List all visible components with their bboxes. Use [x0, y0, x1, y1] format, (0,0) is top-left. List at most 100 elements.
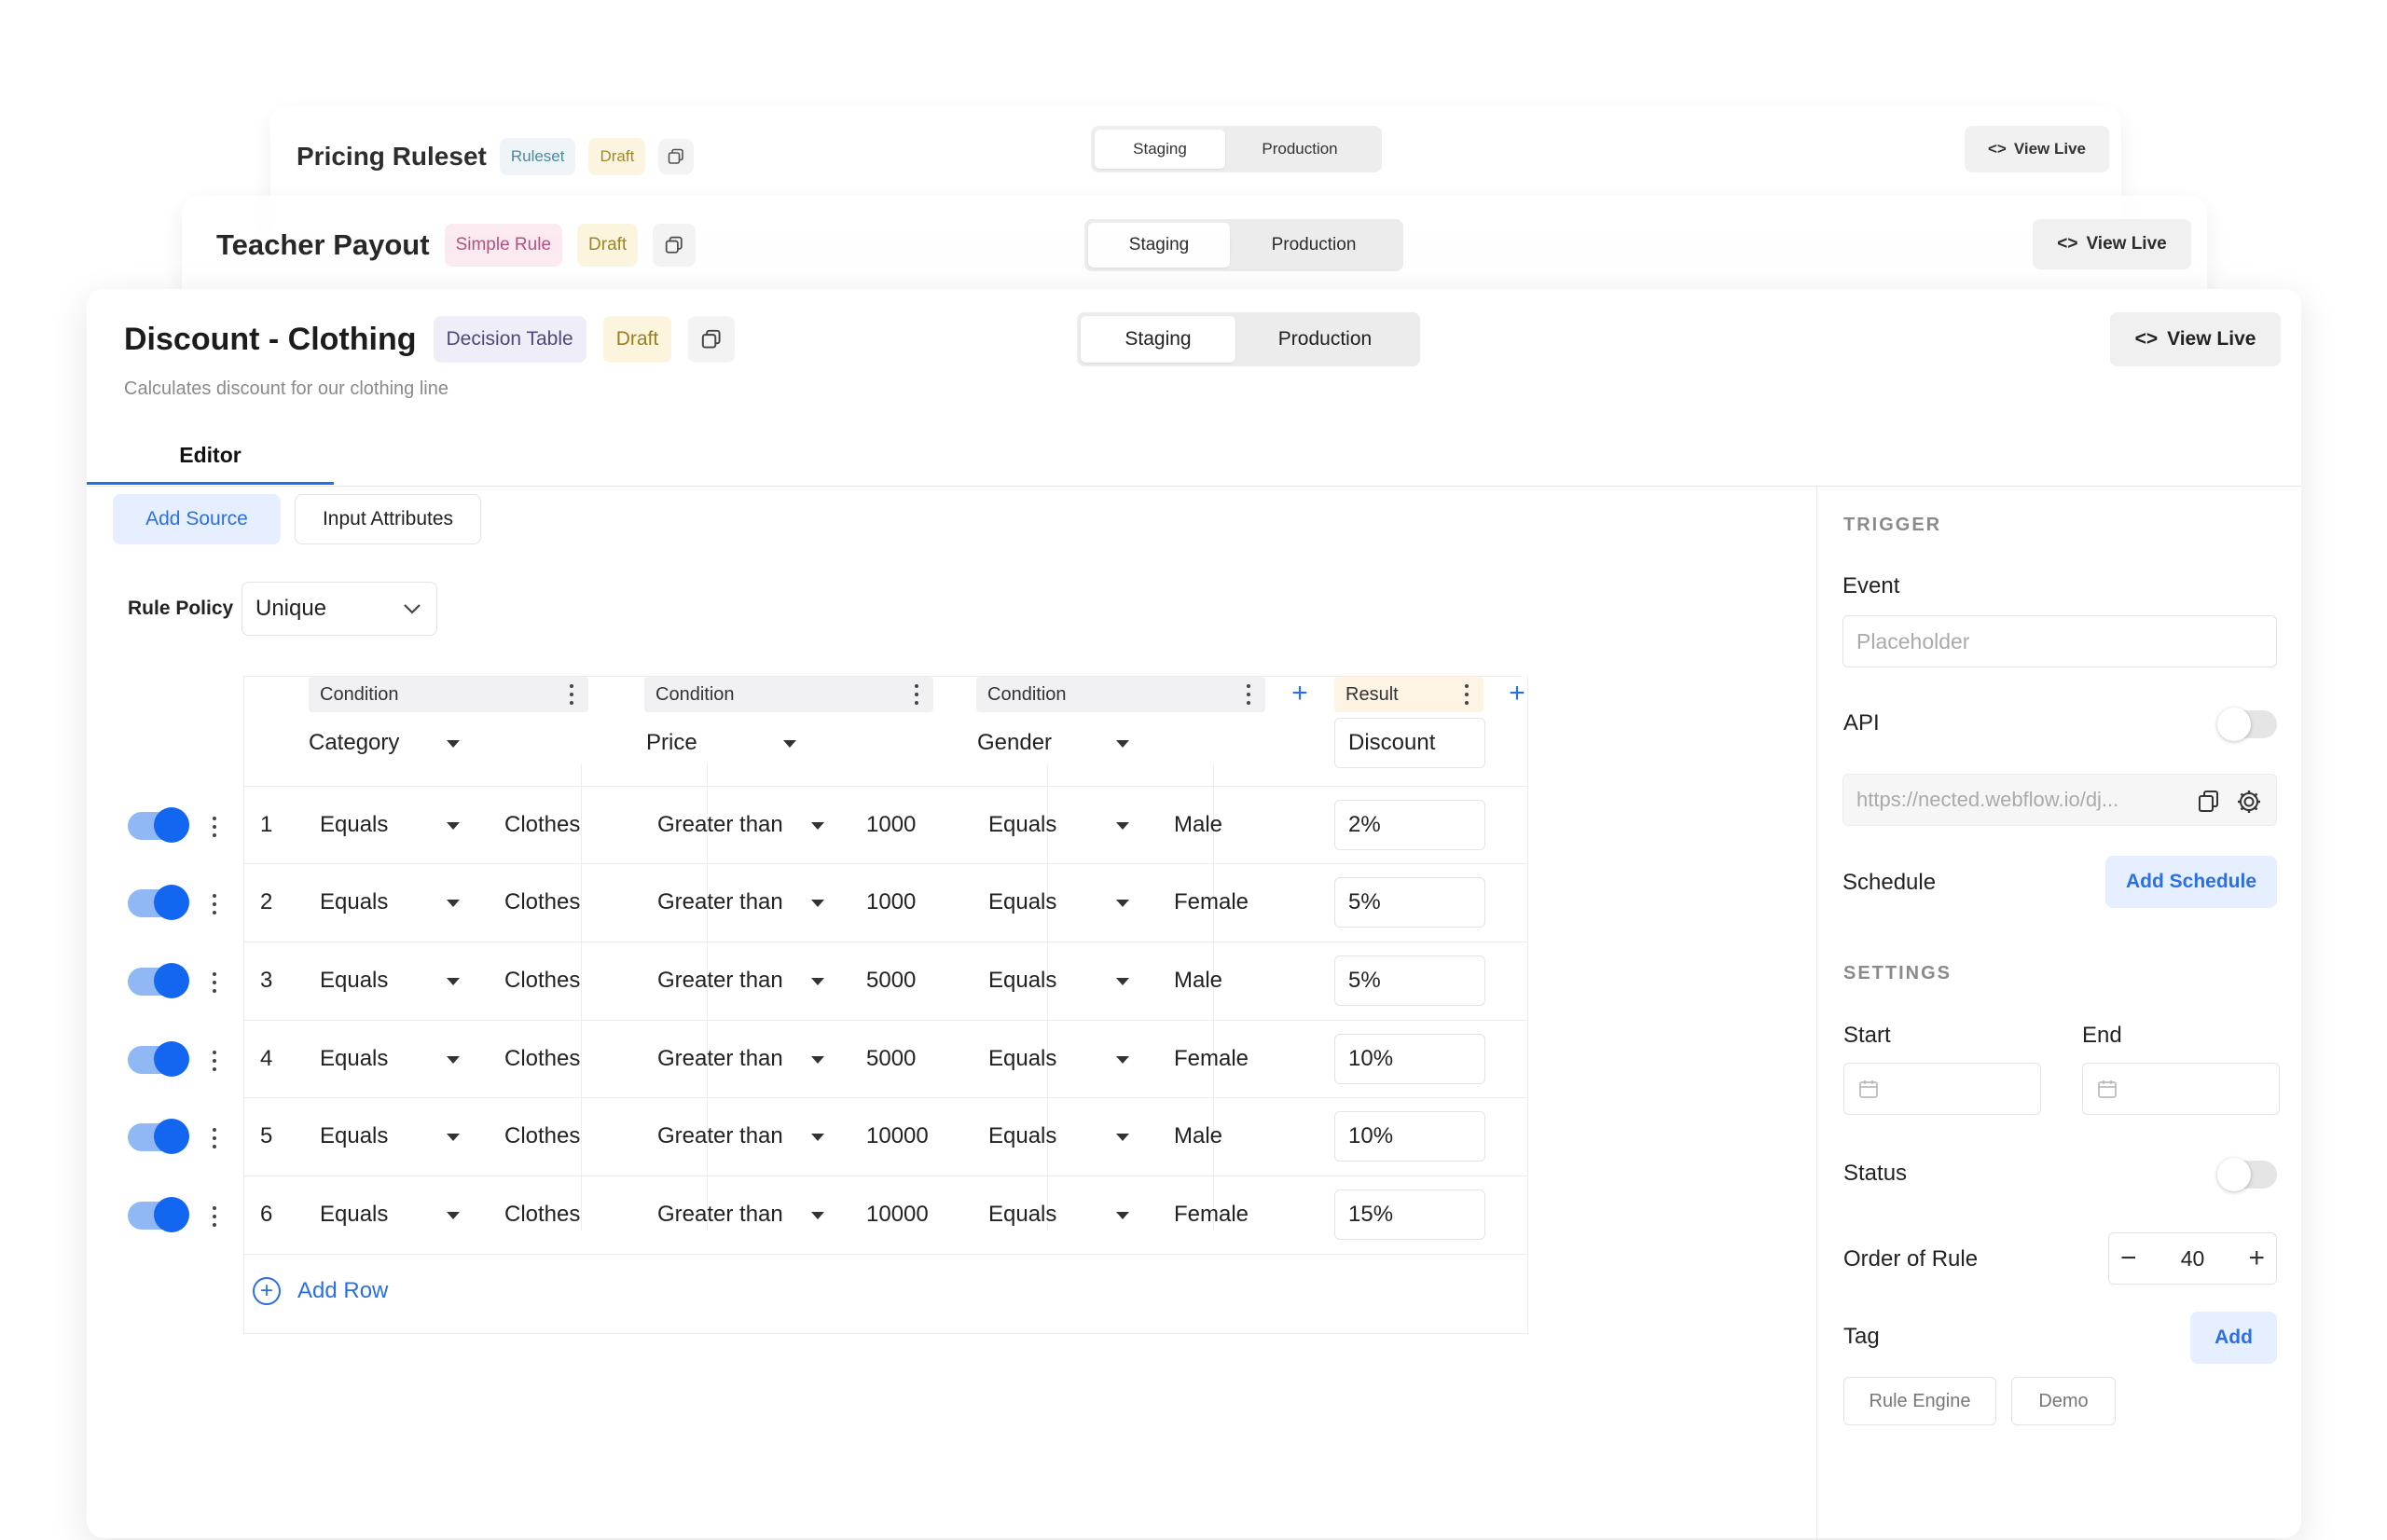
add-source-button[interactable]: Add Source — [113, 494, 281, 544]
result-value-input[interactable]: 2% — [1334, 800, 1485, 850]
condition-value[interactable]: Female — [1174, 884, 1249, 921]
condition-operator-select[interactable]: Equals — [988, 962, 1056, 999]
view-live-button[interactable]: <> View Live — [1965, 126, 2109, 172]
condition-value[interactable]: 5000 — [866, 1040, 916, 1078]
condition-operator-select[interactable]: Equals — [988, 1118, 1056, 1155]
result-value-input[interactable]: 10% — [1334, 1111, 1485, 1162]
add-result-icon[interactable]: + — [1504, 680, 1530, 708]
condition-operator-select[interactable]: Greater than — [657, 1040, 783, 1078]
condition-value[interactable]: Clothes — [504, 962, 580, 999]
condition-value[interactable]: 1000 — [866, 884, 916, 921]
add-condition-icon[interactable]: + — [1287, 680, 1313, 708]
copy-icon[interactable] — [688, 316, 736, 363]
column-menu-icon[interactable] — [1465, 684, 1469, 705]
row-enabled-toggle[interactable] — [128, 1197, 189, 1232]
condition-value[interactable]: Clothes — [504, 1040, 580, 1078]
end-date-input[interactable] — [2082, 1063, 2280, 1115]
condition-operator-select[interactable]: Equals — [988, 884, 1056, 921]
row-enabled-toggle[interactable] — [128, 1119, 189, 1154]
condition-value[interactable]: Male — [1174, 1118, 1222, 1155]
tab-production[interactable]: Production — [1230, 223, 1398, 268]
row-menu-icon[interactable] — [213, 894, 216, 914]
condition-operator-select[interactable]: Equals — [988, 806, 1056, 844]
increment-button[interactable]: + — [2248, 1243, 2265, 1274]
row-enabled-toggle[interactable] — [128, 963, 189, 998]
condition-value[interactable]: Male — [1174, 962, 1222, 999]
tag-chip[interactable]: Demo — [2011, 1377, 2116, 1425]
order-stepper[interactable]: − 40 + — [2108, 1232, 2277, 1285]
api-url-field[interactable]: https://nected.webflow.io/dj... — [1842, 774, 2277, 826]
condition-operator-select[interactable]: Equals — [988, 1196, 1056, 1233]
condition-value[interactable]: Male — [1174, 806, 1222, 844]
tab-production[interactable]: Production — [1225, 130, 1374, 169]
tab-production[interactable]: Production — [1235, 316, 1414, 363]
tab-editor[interactable]: Editor — [87, 429, 334, 485]
condition-operator-select[interactable]: Equals — [320, 1118, 388, 1155]
start-date-input[interactable] — [1843, 1063, 2041, 1115]
condition-value[interactable]: Female — [1174, 1040, 1249, 1078]
row-menu-icon[interactable] — [213, 817, 216, 837]
tag-chip[interactable]: Rule Engine — [1843, 1377, 1996, 1425]
column-field-select[interactable]: Price — [646, 723, 697, 763]
condition-operator-select[interactable]: Equals — [320, 962, 388, 999]
row-menu-icon[interactable] — [213, 1128, 216, 1148]
column-header-condition[interactable]: Condition — [309, 677, 588, 712]
condition-operator-select[interactable]: Greater than — [657, 962, 783, 999]
copy-icon[interactable] — [2198, 790, 2220, 814]
gear-icon[interactable] — [2235, 788, 2263, 816]
condition-operator-select[interactable]: Equals — [320, 806, 388, 844]
condition-operator-select[interactable]: Greater than — [657, 1196, 783, 1233]
result-value-input[interactable]: 5% — [1334, 877, 1485, 928]
column-header-condition[interactable]: Condition — [976, 677, 1265, 712]
rule-policy-select[interactable]: Unique — [241, 582, 437, 636]
view-live-button[interactable]: <> View Live — [2110, 312, 2281, 366]
column-field-select[interactable]: Category — [309, 723, 399, 763]
column-menu-icon[interactable] — [915, 684, 918, 705]
condition-value[interactable]: Clothes — [504, 1118, 580, 1155]
result-value-input[interactable]: 5% — [1334, 956, 1485, 1006]
tab-staging[interactable]: Staging — [1088, 223, 1230, 268]
tab-staging[interactable]: Staging — [1081, 316, 1235, 363]
copy-icon[interactable] — [653, 224, 697, 267]
add-schedule-button[interactable]: Add Schedule — [2105, 856, 2277, 908]
condition-value[interactable]: Clothes — [504, 884, 580, 921]
row-enabled-toggle[interactable] — [128, 1041, 189, 1077]
decrement-button[interactable]: − — [2120, 1243, 2137, 1274]
condition-value[interactable]: 10000 — [866, 1118, 929, 1155]
api-toggle[interactable] — [2217, 708, 2277, 741]
copy-icon[interactable] — [658, 139, 695, 174]
column-header-condition[interactable]: Condition — [644, 677, 933, 712]
condition-value[interactable]: Female — [1174, 1196, 1249, 1233]
event-input[interactable]: Placeholder — [1842, 615, 2277, 667]
column-menu-icon[interactable] — [570, 684, 573, 705]
condition-value[interactable]: Clothes — [504, 806, 580, 844]
column-field-select[interactable]: Gender — [977, 723, 1052, 763]
row-menu-icon[interactable] — [213, 1206, 216, 1227]
column-menu-icon[interactable] — [1247, 684, 1250, 705]
status-toggle[interactable] — [2217, 1158, 2277, 1191]
condition-value[interactable]: 10000 — [866, 1196, 929, 1233]
result-value-input[interactable]: 10% — [1334, 1034, 1485, 1084]
condition-operator-select[interactable]: Greater than — [657, 884, 783, 921]
condition-value[interactable]: 5000 — [866, 962, 916, 999]
result-value-input[interactable]: 15% — [1334, 1189, 1485, 1240]
condition-operator-select[interactable]: Equals — [320, 1040, 388, 1078]
add-tag-button[interactable]: Add — [2190, 1312, 2277, 1364]
column-header-result[interactable]: Result — [1334, 677, 1483, 712]
row-enabled-toggle[interactable] — [128, 807, 189, 843]
input-attributes-button[interactable]: Input Attributes — [295, 494, 481, 544]
row-menu-icon[interactable] — [213, 1051, 216, 1071]
condition-value[interactable]: 1000 — [866, 806, 916, 844]
condition-operator-select[interactable]: Greater than — [657, 1118, 783, 1155]
row-enabled-toggle[interactable] — [128, 885, 189, 920]
tab-staging[interactable]: Staging — [1095, 130, 1225, 169]
condition-operator-select[interactable]: Equals — [320, 884, 388, 921]
condition-operator-select[interactable]: Equals — [320, 1196, 388, 1233]
view-live-button[interactable]: <> View Live — [2033, 219, 2191, 269]
row-menu-icon[interactable] — [213, 972, 216, 993]
add-row-button[interactable]: + Add Row — [253, 1277, 388, 1305]
condition-value[interactable]: Clothes — [504, 1196, 580, 1233]
condition-operator-select[interactable]: Greater than — [657, 806, 783, 844]
result-field-input[interactable]: Discount — [1334, 718, 1485, 768]
condition-operator-select[interactable]: Equals — [988, 1040, 1056, 1078]
